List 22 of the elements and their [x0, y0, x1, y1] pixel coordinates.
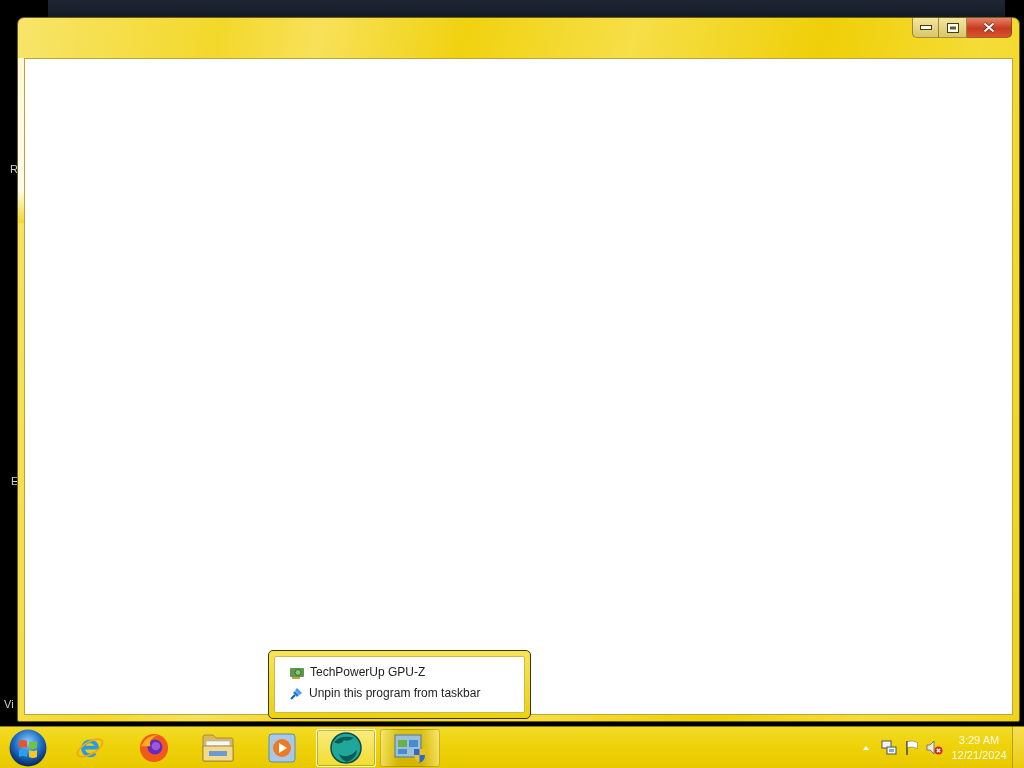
desktop-icon-label: E — [11, 475, 19, 488]
swirl-globe-icon — [139, 732, 169, 763]
minimize-button[interactable] — [912, 18, 939, 38]
close-button[interactable] — [967, 18, 1012, 38]
graphics-card-icon — [290, 666, 304, 679]
jump-list-item[interactable]: Unpin this program from taskbar — [284, 683, 487, 704]
close-icon — [983, 22, 995, 33]
maximize-icon — [946, 22, 959, 33]
orb-icon — [9, 728, 47, 767]
play-icon — [268, 732, 296, 763]
maximize-button[interactable] — [939, 18, 967, 38]
desktop-icon-label: Vi — [4, 698, 14, 711]
desktop-icon-label: R — [10, 163, 18, 176]
flag-icon — [904, 740, 919, 755]
folder-icon — [202, 733, 234, 762]
jump-list-item[interactable]: TechPowerUp GPU-Z — [284, 662, 432, 683]
pin-icon — [290, 687, 303, 700]
window-shield-icon — [394, 732, 426, 763]
minimize-icon — [919, 25, 932, 30]
network-icon — [880, 739, 897, 756]
caret-up-icon — [862, 745, 869, 750]
globe-icon — [329, 731, 363, 764]
